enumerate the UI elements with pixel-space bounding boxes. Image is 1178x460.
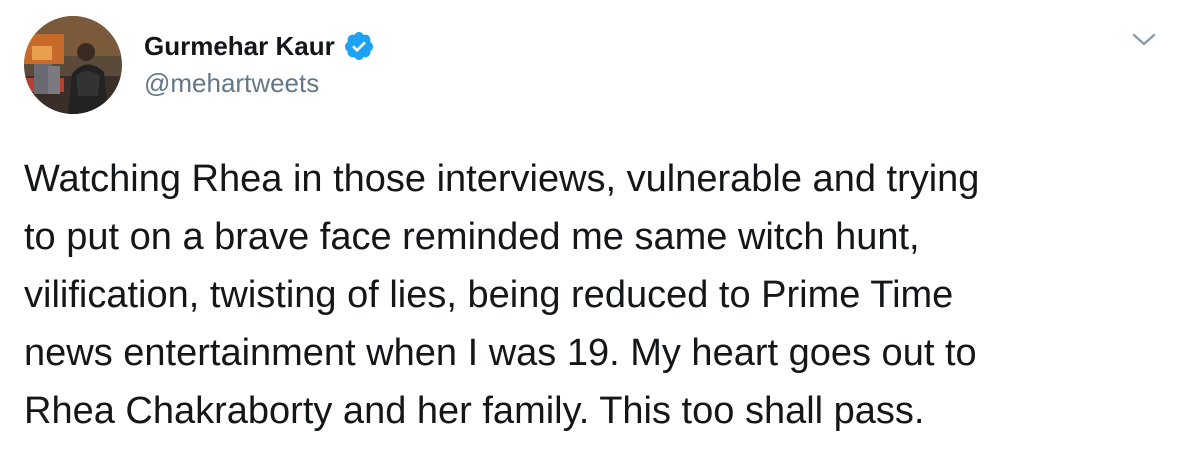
tweet-text-line: news entertainment when I was 19. My hea…: [24, 332, 977, 374]
avatar[interactable]: [24, 16, 122, 114]
author-handle[interactable]: @mehartweets: [144, 68, 319, 99]
tweet-text-line: Rhea Chakraborty and her family. This to…: [24, 390, 925, 432]
verified-badge-icon: [343, 30, 375, 62]
more-options-button[interactable]: [1126, 26, 1162, 54]
tweet-card: Gurmehar Kaur @mehartweets Watching Rhea…: [0, 0, 1178, 460]
tweet-text-line: vilification, twisting of lies, being re…: [24, 274, 954, 316]
tweet-text-line: Watching Rhea in those interviews, vulne…: [24, 158, 980, 200]
tweet-text: Watching Rhea in those interviews, vulne…: [24, 150, 1164, 440]
chevron-down-icon: [1132, 33, 1156, 46]
author-display-name[interactable]: Gurmehar Kaur: [144, 31, 335, 62]
author-name-row[interactable]: Gurmehar Kaur: [144, 28, 375, 64]
tweet-text-line: to put on a brave face reminded me same …: [24, 216, 920, 258]
avatar-photo-icon: [24, 16, 122, 114]
